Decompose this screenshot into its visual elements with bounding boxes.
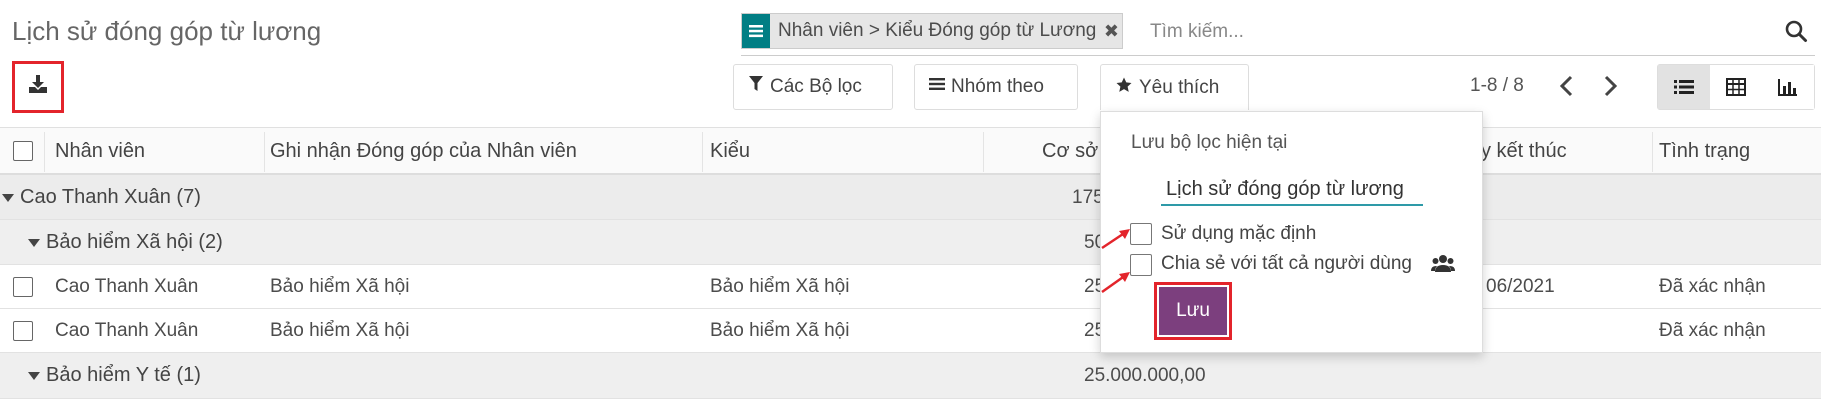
- group-total-base: 175: [1072, 187, 1104, 208]
- filter-name-input[interactable]: [1161, 174, 1423, 206]
- list-icon: [929, 76, 945, 98]
- column-header-end-date[interactable]: y kết thúc: [1481, 140, 1567, 163]
- caret-down-icon: [28, 371, 40, 380]
- table-row[interactable]: Cao Thanh Xuân Bảo hiểm Xã hội Bảo hiểm …: [0, 309, 1821, 353]
- column-header-record[interactable]: Ghi nhận Đóng góp của Nhân viên: [270, 140, 577, 163]
- cell-record: Bảo hiểm Xã hội: [270, 276, 410, 297]
- group-row-employee[interactable]: Cao Thanh Xuân (7) 175: [0, 175, 1821, 220]
- favorites-dropdown: Lưu bộ lọc hiện tại Sử dụng mặc định Chi…: [1100, 111, 1483, 353]
- pager-value[interactable]: 1-8 / 8: [1470, 75, 1524, 97]
- cell-status: Đã xác nhận: [1659, 320, 1766, 341]
- users-icon: [1431, 253, 1455, 281]
- group-label: Cao Thanh Xuân (7): [20, 186, 201, 208]
- search-icon[interactable]: [1784, 19, 1808, 43]
- column-separator: [983, 132, 984, 172]
- cell-employee: Cao Thanh Xuân: [55, 320, 199, 341]
- column-separator: [702, 132, 703, 172]
- group-total-base: 25.000.000,00: [1084, 365, 1206, 386]
- cell-type: Bảo hiểm Xã hội: [710, 320, 850, 341]
- search-underline: [741, 55, 1815, 56]
- group-by-label: Nhóm theo: [951, 76, 1044, 97]
- cell-type: Bảo hiểm Xã hội: [710, 276, 850, 297]
- column-header-base[interactable]: Cơ sở: [1042, 140, 1098, 163]
- group-label-wrapper: Bảo hiểm Xã hội (2): [28, 231, 223, 254]
- filters-label: Các Bộ lọc: [770, 76, 862, 97]
- row-checkbox[interactable]: [13, 321, 33, 341]
- group-label: Bảo hiểm Xã hội (2): [46, 231, 223, 253]
- download-button[interactable]: [12, 61, 64, 113]
- save-current-filter-title[interactable]: Lưu bộ lọc hiện tại: [1131, 132, 1287, 154]
- star-icon: [1115, 76, 1133, 100]
- cell-status: Đã xác nhận: [1659, 276, 1766, 297]
- use-default-label: Sử dụng mặc định: [1161, 223, 1317, 244]
- download-icon: [27, 73, 49, 101]
- table-row[interactable]: Cao Thanh Xuân Bảo hiểm Xã hội Bảo hiểm …: [0, 265, 1821, 309]
- share-all-label: Chia sẻ với tất cả người dùng: [1161, 253, 1412, 274]
- filter-icon: [748, 75, 764, 99]
- facet-remove-icon[interactable]: ✖: [1100, 14, 1122, 48]
- select-all-checkbox[interactable]: [13, 141, 33, 161]
- favorites-button[interactable]: Yêu thích: [1100, 64, 1249, 110]
- group-label: Bảo hiểm Y tế (1): [46, 364, 201, 386]
- group-label-wrapper: Cao Thanh Xuân (7): [2, 186, 201, 209]
- column-separator: [1652, 132, 1653, 172]
- caret-down-icon: [2, 193, 14, 202]
- pivot-view-icon[interactable]: [1710, 65, 1762, 109]
- save-favorite-button[interactable]: Lưu: [1159, 287, 1227, 335]
- row-checkbox[interactable]: [13, 277, 33, 297]
- view-switcher: [1657, 64, 1815, 110]
- column-separator: [44, 132, 45, 172]
- annotation-arrows: [1101, 229, 1130, 294]
- chevron-right-icon[interactable]: [1598, 72, 1622, 100]
- table-header: Nhân viên Ghi nhận Đóng góp của Nhân viê…: [0, 127, 1821, 175]
- chevron-left-icon[interactable]: [1555, 72, 1579, 100]
- search-input[interactable]: [1150, 16, 1770, 48]
- column-header-status[interactable]: Tình trạng: [1659, 140, 1750, 163]
- caret-down-icon: [28, 238, 40, 247]
- group-by-button[interactable]: Nhóm theo: [914, 64, 1078, 110]
- column-header-type[interactable]: Kiểu: [710, 140, 750, 163]
- group-label-wrapper: Bảo hiểm Y tế (1): [28, 364, 201, 387]
- column-header-employee[interactable]: Nhân viên: [55, 140, 145, 163]
- cell-record: Bảo hiểm Xã hội: [270, 320, 410, 341]
- page-title: Lịch sử đóng góp từ lương: [12, 16, 322, 46]
- graph-view-icon[interactable]: [1762, 65, 1814, 109]
- favorites-label: Yêu thích: [1139, 76, 1220, 98]
- cell-end-date: 06/2021: [1486, 276, 1555, 297]
- column-separator: [264, 132, 265, 172]
- facet-label: Nhân viên > Kiểu Đóng góp từ Lương: [778, 20, 1097, 41]
- filters-button[interactable]: Các Bộ lọc: [733, 64, 893, 110]
- group-row-type[interactable]: Bảo hiểm Y tế (1) 25.000.000,00: [0, 353, 1821, 399]
- group-by-icon: [742, 14, 770, 48]
- cell-employee: Cao Thanh Xuân: [55, 276, 199, 297]
- list-view-icon[interactable]: [1658, 65, 1710, 109]
- group-row-type[interactable]: Bảo hiểm Xã hội (2) 50: [0, 220, 1821, 265]
- search-facet[interactable]: Nhân viên > Kiểu Đóng góp từ Lương ✖: [741, 13, 1124, 49]
